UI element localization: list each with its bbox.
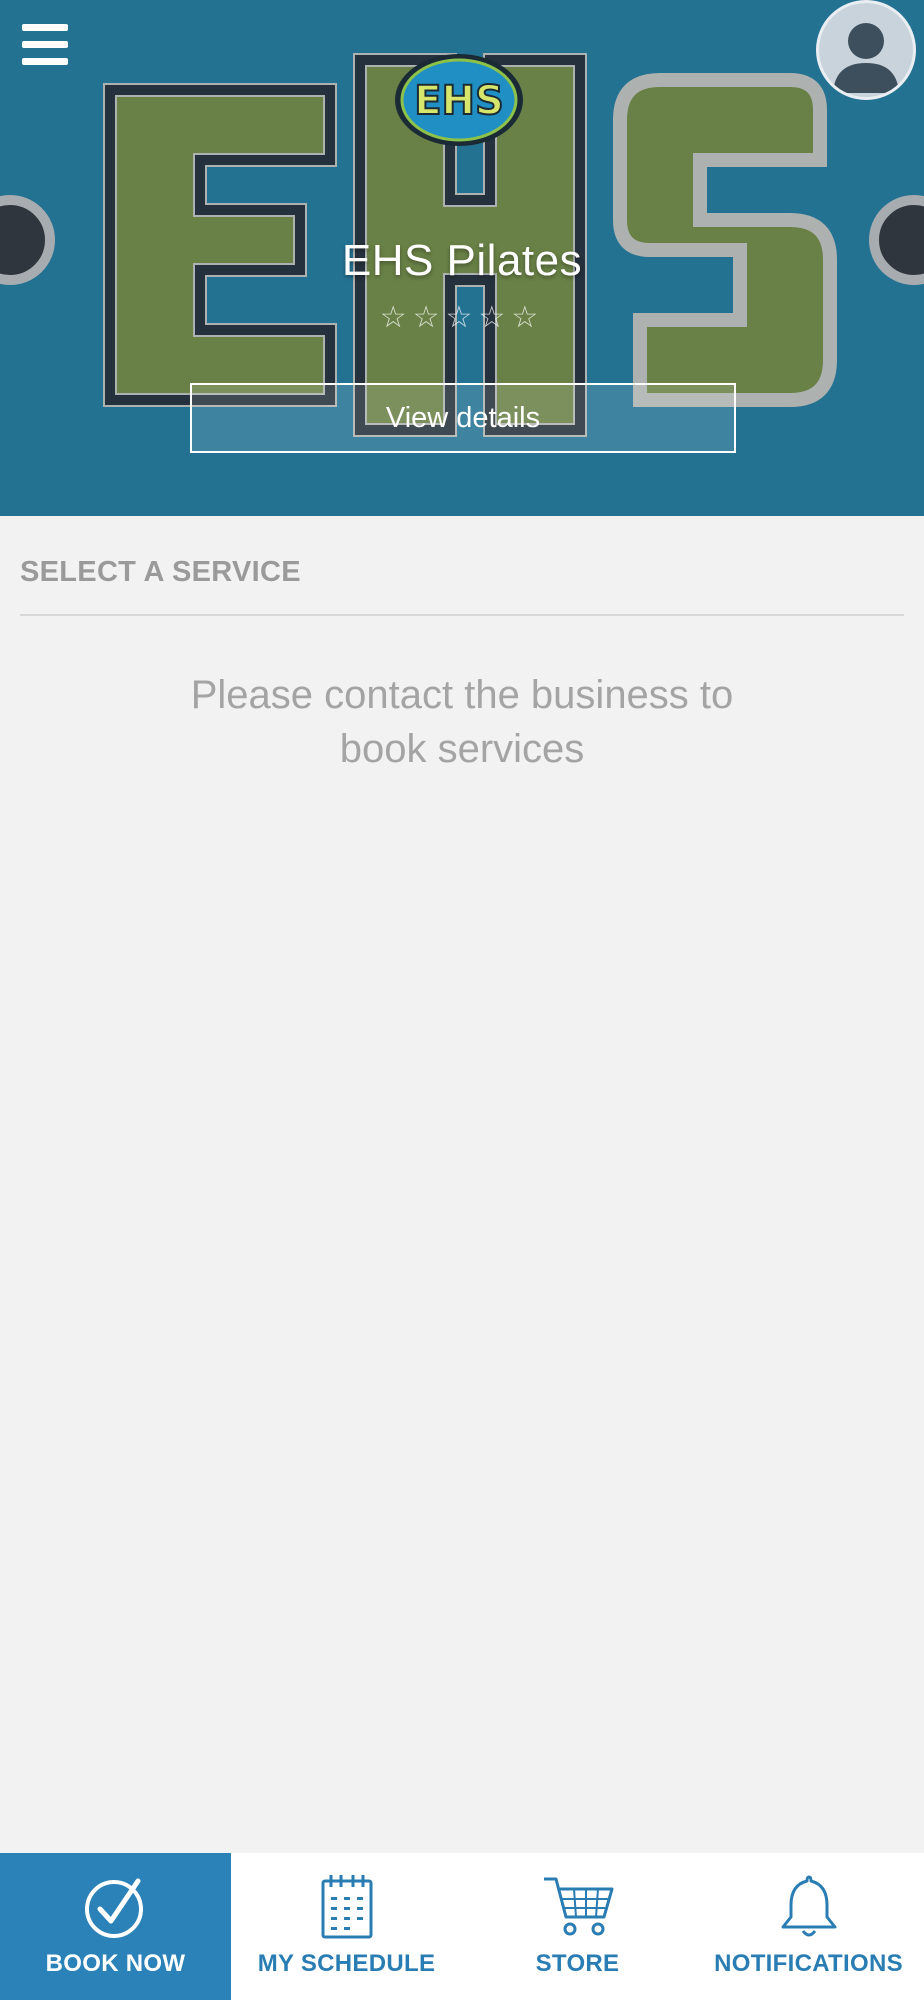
divider — [20, 614, 904, 616]
nav-label: STORE — [535, 1950, 620, 1977]
calendar-icon — [321, 1875, 372, 1939]
nav-store[interactable]: STORE — [462, 1853, 693, 2000]
user-icon — [833, 23, 899, 93]
menu-icon[interactable] — [22, 24, 72, 68]
nav-label: NOTIFICATIONS — [714, 1950, 903, 1977]
nav-label: MY SCHEDULE — [257, 1950, 436, 1977]
rating-stars: ☆☆☆☆☆ — [379, 300, 545, 335]
bell-icon — [781, 1875, 836, 1937]
view-details-button[interactable]: View details — [190, 383, 736, 453]
svg-text:EHS: EHS — [414, 78, 504, 124]
empty-state-message: Please contact the business to book serv… — [190, 673, 734, 771]
nav-notifications[interactable]: NOTIFICATIONS — [693, 1853, 924, 2000]
business-header: EHS EHS Pilates ☆☆☆☆☆ View details — [0, 0, 924, 516]
nav-book-now[interactable]: BOOK NOW — [0, 1853, 231, 2000]
profile-avatar[interactable] — [816, 0, 916, 100]
cart-icon — [543, 1877, 613, 1936]
section-title: SELECT A SERVICE — [20, 556, 301, 588]
check-circle-icon — [84, 1878, 143, 1938]
bottom-navigation: BOOK NOW MY SCHEDULE STORE NOTIFICATIONS — [0, 1853, 924, 2000]
business-name: EHS Pilates — [341, 236, 583, 285]
nav-label: BOOK NOW — [45, 1950, 186, 1977]
business-logo: EHS — [395, 54, 523, 146]
nav-my-schedule[interactable]: MY SCHEDULE — [231, 1853, 462, 2000]
